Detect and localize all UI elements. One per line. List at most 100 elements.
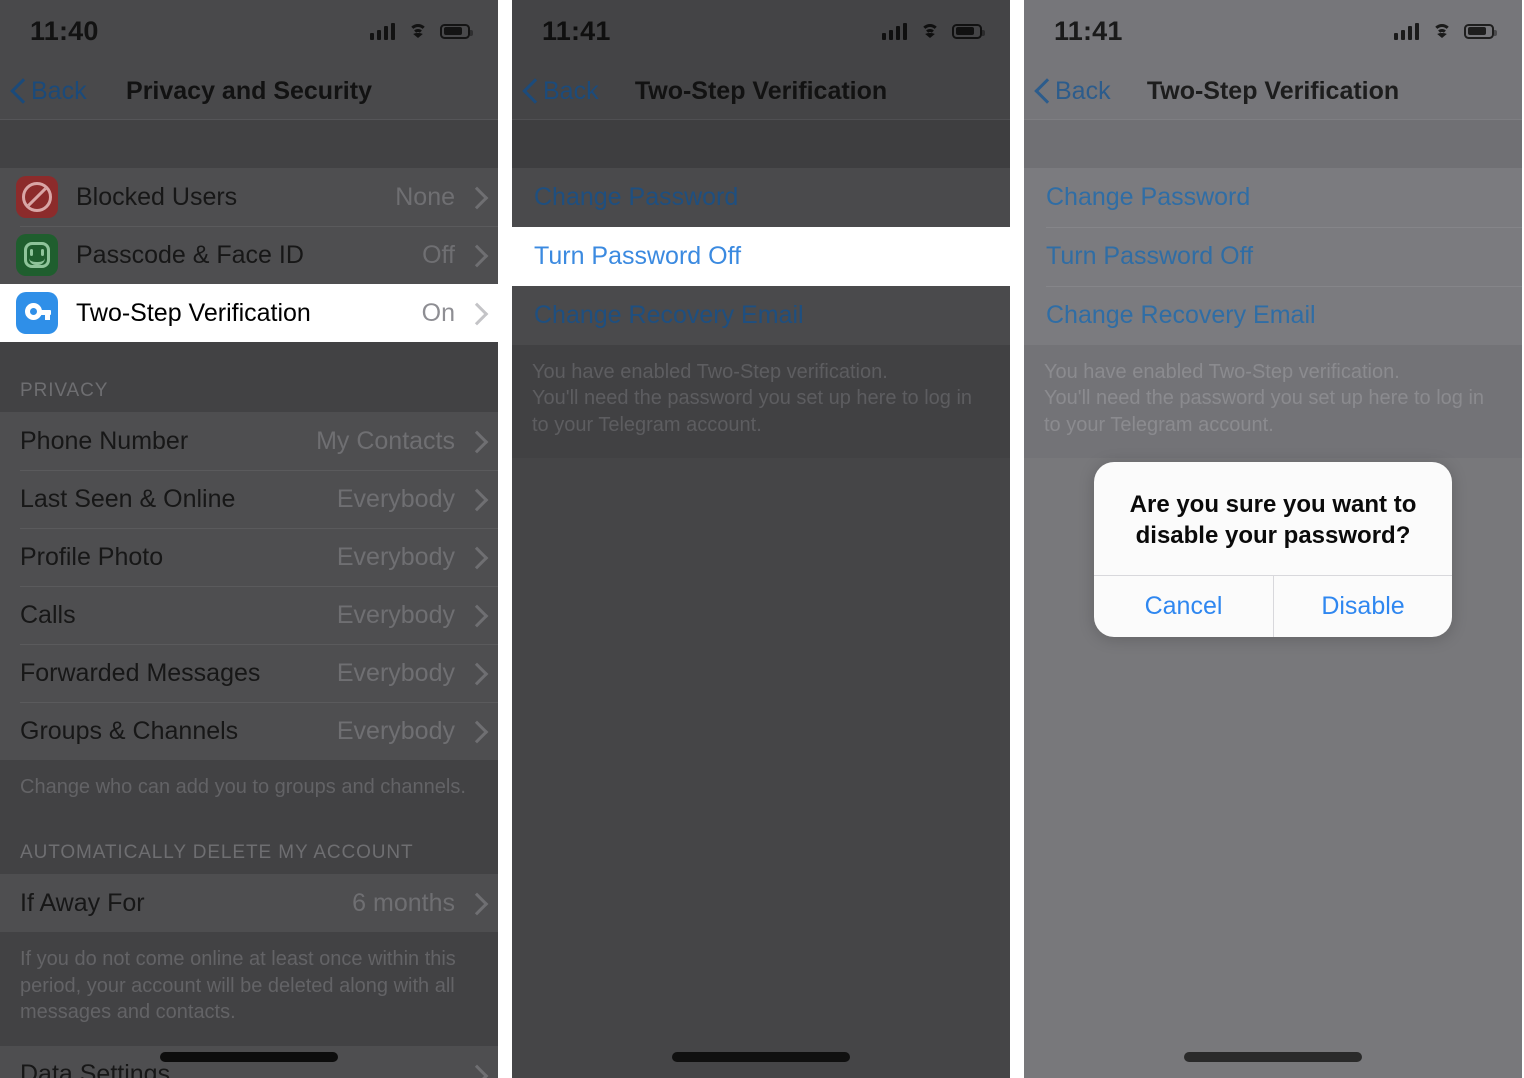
row-value: Everybody <box>336 658 455 687</box>
row-label: Passcode & Face ID <box>76 240 304 269</box>
nav-bar-1: Back Privacy and Security <box>0 62 498 120</box>
chevron-right-icon <box>469 547 480 567</box>
alert-disable-button[interactable]: Disable <box>1273 576 1452 638</box>
disable-password-alert-dialog: Are you sure you want to disable your pa… <box>1094 462 1452 638</box>
signal-bars-icon <box>1393 22 1419 40</box>
nav-bar-3: Back Two-Step Verification <box>1024 62 1522 120</box>
row-label: Profile Photo <box>20 542 164 571</box>
row-groups-channels[interactable]: Groups & Channels Everybody <box>0 702 498 760</box>
row-if-away-for[interactable]: If Away For 6 months <box>0 874 498 932</box>
status-time: 11:41 <box>542 15 611 46</box>
status-bar-1: 11:40 <box>0 0 498 62</box>
chevron-right-icon <box>469 605 480 625</box>
face-id-icon <box>16 234 58 276</box>
row-value: My Contacts <box>316 426 455 455</box>
row-label: Two-Step Verification <box>76 298 311 327</box>
alert-title: Are you sure you want to disable your pa… <box>1129 491 1417 549</box>
chevron-right-icon <box>469 303 480 323</box>
row-value: None <box>395 182 455 211</box>
chevron-right-icon <box>469 431 480 451</box>
two-step-footer-note: You have enabled Two-Step verification. … <box>512 345 1010 459</box>
row-label: Forwarded Messages <box>20 658 261 687</box>
chevron-left-icon <box>1036 79 1049 103</box>
alert-cancel-button[interactable]: Cancel <box>1094 576 1273 637</box>
privacy-footer-note: Change who can add you to groups and cha… <box>0 760 498 821</box>
status-bar-2: 11:41 <box>512 0 1010 62</box>
link-change-password[interactable]: Change Password <box>1024 168 1522 227</box>
auto-delete-footer-note: If you do not come online at least once … <box>0 932 498 1046</box>
back-button-label: Back <box>31 76 87 105</box>
wifi-icon <box>1430 23 1453 40</box>
row-value: Everybody <box>336 600 455 629</box>
battery-icon <box>440 23 473 39</box>
chevron-right-icon <box>469 489 480 509</box>
battery-icon <box>1464 23 1497 39</box>
privacy-group: Phone Number My Contacts Last Seen & Onl… <box>0 412 498 760</box>
back-button-label: Back <box>543 76 599 105</box>
chevron-right-icon <box>469 187 480 207</box>
back-button-label: Back <box>1055 76 1111 105</box>
link-turn-password-off[interactable]: Turn Password Off <box>1024 227 1522 286</box>
empty-area-2 <box>512 553 1010 1078</box>
row-profile-photo[interactable]: Profile Photo Everybody <box>0 528 498 586</box>
row-value: 6 months <box>352 888 455 917</box>
chevron-right-icon <box>469 721 480 741</box>
privacy-section-header: PRIVACY <box>0 342 498 412</box>
list-top-spacer-3 <box>1024 120 1522 168</box>
phone-panel-two-step-verification: 11:41 Back Two-Step Verification Change … <box>512 0 1010 1078</box>
two-step-links-group-2: Change Password Turn Password Off Change… <box>512 168 1010 345</box>
battery-icon <box>952 23 985 39</box>
chevron-left-icon <box>524 79 537 103</box>
chevron-right-icon <box>469 663 480 683</box>
screen-2: 11:41 Back Two-Step Verification Change … <box>512 0 1010 1078</box>
two-step-footer-note: You have enabled Two-Step verification. … <box>1024 345 1522 459</box>
row-passcode-face-id[interactable]: Passcode & Face ID Off <box>0 226 498 284</box>
link-turn-password-off[interactable]: Turn Password Off <box>512 227 1010 286</box>
wifi-icon <box>406 23 429 40</box>
link-change-recovery-email[interactable]: Change Recovery Email <box>512 286 1010 345</box>
security-group: Blocked Users None Passcode & Face ID Of… <box>0 168 498 342</box>
wifi-icon <box>918 23 941 40</box>
row-two-step-verification[interactable]: Two-Step Verification On <box>0 284 498 342</box>
home-indicator <box>672 1052 850 1062</box>
row-last-seen-online[interactable]: Last Seen & Online Everybody <box>0 470 498 528</box>
screen-3: 11:41 Back Two-Step Verification Change … <box>1024 0 1522 1078</box>
signal-bars-icon <box>369 22 395 40</box>
row-phone-number[interactable]: Phone Number My Contacts <box>0 412 498 470</box>
back-button[interactable]: Back <box>0 77 87 106</box>
row-calls[interactable]: Calls Everybody <box>0 586 498 644</box>
status-icons <box>369 22 473 40</box>
back-button[interactable]: Back <box>512 77 599 106</box>
chevron-left-icon <box>12 79 25 103</box>
screen-1: 11:40 Back Privacy and Security Blocked … <box>0 0 498 1078</box>
row-value: Everybody <box>336 484 455 513</box>
link-change-recovery-email[interactable]: Change Recovery Email <box>1024 286 1522 345</box>
row-value: On <box>421 298 455 327</box>
status-icons <box>1393 22 1497 40</box>
row-label: Data Settings <box>20 1060 171 1078</box>
chevron-right-icon <box>469 245 480 265</box>
auto-delete-section-header: AUTOMATICALLY DELETE MY ACCOUNT <box>0 820 498 875</box>
blocked-users-icon <box>16 176 58 218</box>
three-panel-screenshot-sheet: 11:40 Back Privacy and Security Blocked … <box>0 0 1524 1078</box>
phone-panel-privacy-and-security: 11:40 Back Privacy and Security Blocked … <box>0 0 498 1078</box>
row-label: Last Seen & Online <box>20 484 236 513</box>
list-top-spacer-2 <box>512 120 1010 168</box>
link-change-password[interactable]: Change Password <box>512 168 1010 227</box>
home-indicator <box>1184 1052 1362 1062</box>
alert-body: Are you sure you want to disable your pa… <box>1094 462 1452 575</box>
key-icon <box>16 292 58 334</box>
row-blocked-users[interactable]: Blocked Users None <box>0 168 498 226</box>
chevron-right-icon <box>469 893 480 913</box>
status-time: 11:40 <box>30 15 99 46</box>
row-label: Phone Number <box>20 426 189 455</box>
list-top-spacer-1 <box>0 120 498 168</box>
chevron-right-icon <box>469 1065 480 1078</box>
row-value: Everybody <box>336 542 455 571</box>
row-forwarded-messages[interactable]: Forwarded Messages Everybody <box>0 644 498 702</box>
two-step-links-group-3: Change Password Turn Password Off Change… <box>1024 168 1522 345</box>
back-button[interactable]: Back <box>1024 77 1111 106</box>
nav-bar-2: Back Two-Step Verification <box>512 62 1010 120</box>
status-icons <box>881 22 985 40</box>
row-label: Calls <box>20 600 76 629</box>
